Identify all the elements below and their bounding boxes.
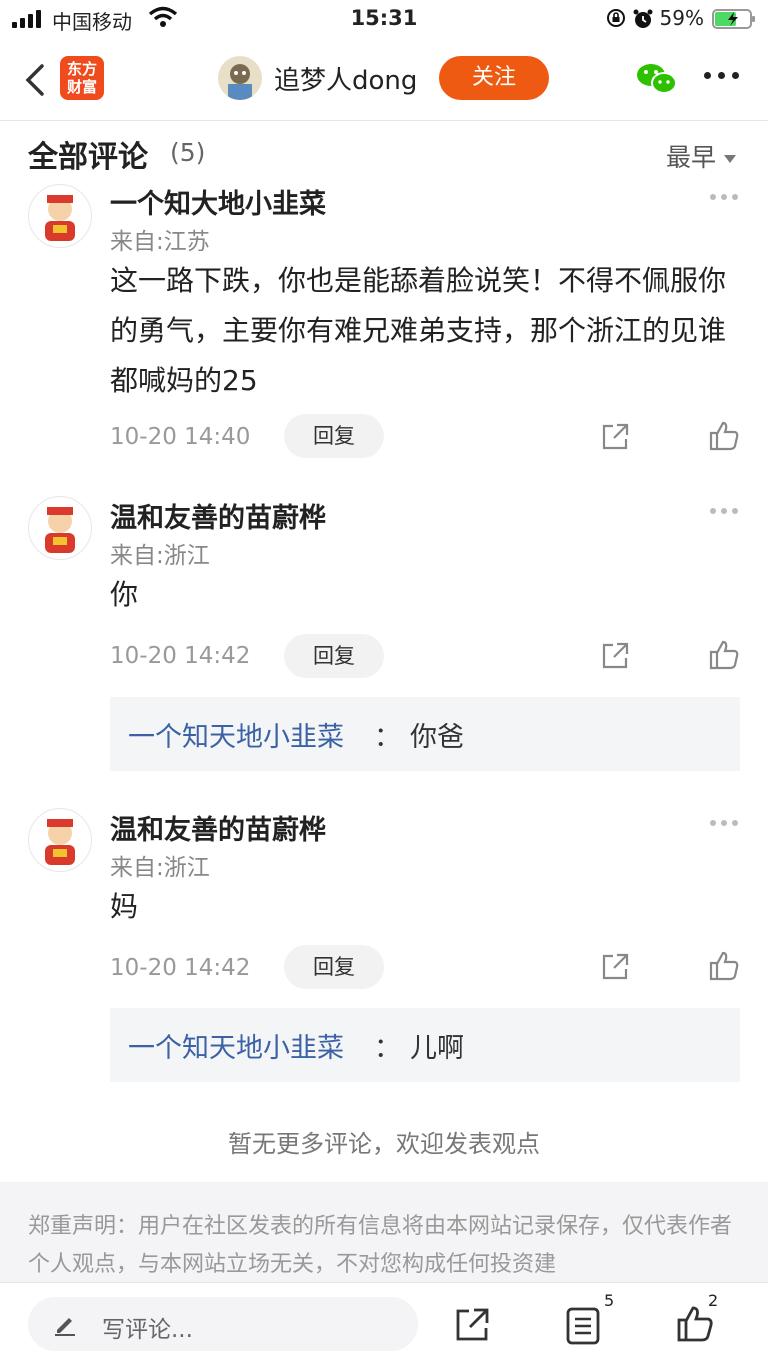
comment-author[interactable]: 温和友善的苗蔚桦 [110, 496, 326, 535]
avatar[interactable] [28, 808, 92, 872]
comment-input[interactable]: 写评论... [28, 1297, 418, 1351]
wechat-icon[interactable] [636, 62, 678, 96]
thumbs-up-icon[interactable] [708, 639, 740, 671]
disclaimer-text: 郑重声明：用户在社区发表的所有信息将由本网站记录保存，仅代表作者个人观点，与本网… [28, 1214, 733, 1277]
comment-location: 来自:浙江 [110, 543, 210, 569]
likes-count-badge: 2 [708, 1291, 719, 1310]
sub-reply[interactable]: 一个知天地小韭菜 ： 你爸 [110, 697, 740, 771]
author-avatar[interactable] [218, 56, 262, 100]
bottom-bar: 写评论... 5 2 [0, 1282, 768, 1367]
comments-count: (5) [170, 138, 206, 167]
battery-icon [712, 9, 755, 29]
comments-list-icon[interactable] [566, 1307, 600, 1345]
more-icon[interactable] [710, 820, 740, 828]
more-icon[interactable] [710, 194, 740, 202]
comment-author[interactable]: 温和友善的苗蔚桦 [110, 808, 326, 847]
alarm-icon [633, 9, 653, 28]
more-options-icon[interactable] [704, 72, 740, 82]
comment-time: 10-20 14:42 [110, 955, 251, 981]
reply-button[interactable]: 回复 [284, 414, 384, 458]
chevron-down-icon [724, 155, 736, 163]
comment-location: 来自:江苏 [110, 229, 210, 255]
sub-reply-separator: ： [374, 722, 401, 753]
more-icon[interactable] [710, 508, 740, 516]
reply-button[interactable]: 回复 [284, 634, 384, 678]
reply-button[interactable]: 回复 [284, 945, 384, 989]
battery-percent: 59% [659, 6, 704, 30]
sub-reply-text: 儿啊 [410, 1033, 464, 1064]
thumbs-up-icon[interactable] [708, 420, 740, 452]
thumbs-up-icon[interactable] [708, 950, 740, 982]
comment-text: 这一路下跌，你也是能舔着脸说笑！不得不佩服你的勇气，主要你有难兄难弟支持，那个浙… [110, 264, 727, 397]
comment-text: 你 [110, 578, 139, 611]
comment-author[interactable]: 一个知大地小韭菜 [110, 182, 326, 221]
avatar[interactable] [28, 184, 92, 248]
pen-icon [55, 1318, 75, 1336]
comment-location: 来自:浙江 [110, 855, 210, 881]
back-arrow-icon[interactable] [22, 60, 50, 100]
avatar[interactable] [28, 496, 92, 560]
app-logo: 东方财富 [60, 56, 104, 100]
comment-placeholder: 写评论... [102, 1317, 193, 1343]
sort-label: 最早 [665, 143, 716, 172]
no-more-comments: 暂无更多评论，欢迎发表观点 [228, 1130, 540, 1158]
sub-reply[interactable]: 一个知天地小韭菜 ： 儿啊 [110, 1008, 740, 1082]
sort-dropdown[interactable]: 最早 [666, 138, 736, 174]
comment-text: 妈 [110, 890, 139, 923]
nav-bar: 东方财富 追梦人dong 关注 [0, 40, 768, 121]
share-icon[interactable] [600, 422, 630, 452]
comments-title: 全部评论 [28, 140, 148, 175]
rotation-lock-icon [607, 9, 625, 27]
sub-reply-separator: ： [374, 1033, 401, 1064]
follow-button[interactable]: 关注 [439, 56, 549, 100]
author-name[interactable]: 追梦人dong [274, 60, 417, 97]
sub-reply-text: 你爸 [410, 722, 464, 753]
comment-time: 10-20 14:40 [110, 424, 251, 450]
status-bar: 中国移动 15:31 59% [0, 0, 768, 40]
thumbs-up-icon[interactable] [676, 1305, 714, 1343]
comments-count-badge: 5 [604, 1291, 615, 1310]
sub-reply-author[interactable]: 一个知天地小韭菜 [128, 715, 344, 754]
sub-reply-author[interactable]: 一个知天地小韭菜 [128, 1026, 344, 1065]
comment-time: 10-20 14:42 [110, 643, 251, 669]
disclaimer: 郑重声明：用户在社区发表的所有信息将由本网站记录保存，仅代表作者个人观点，与本网… [0, 1182, 768, 1292]
share-icon[interactable] [600, 641, 630, 671]
share-icon[interactable] [600, 952, 630, 982]
share-icon[interactable] [454, 1307, 490, 1343]
